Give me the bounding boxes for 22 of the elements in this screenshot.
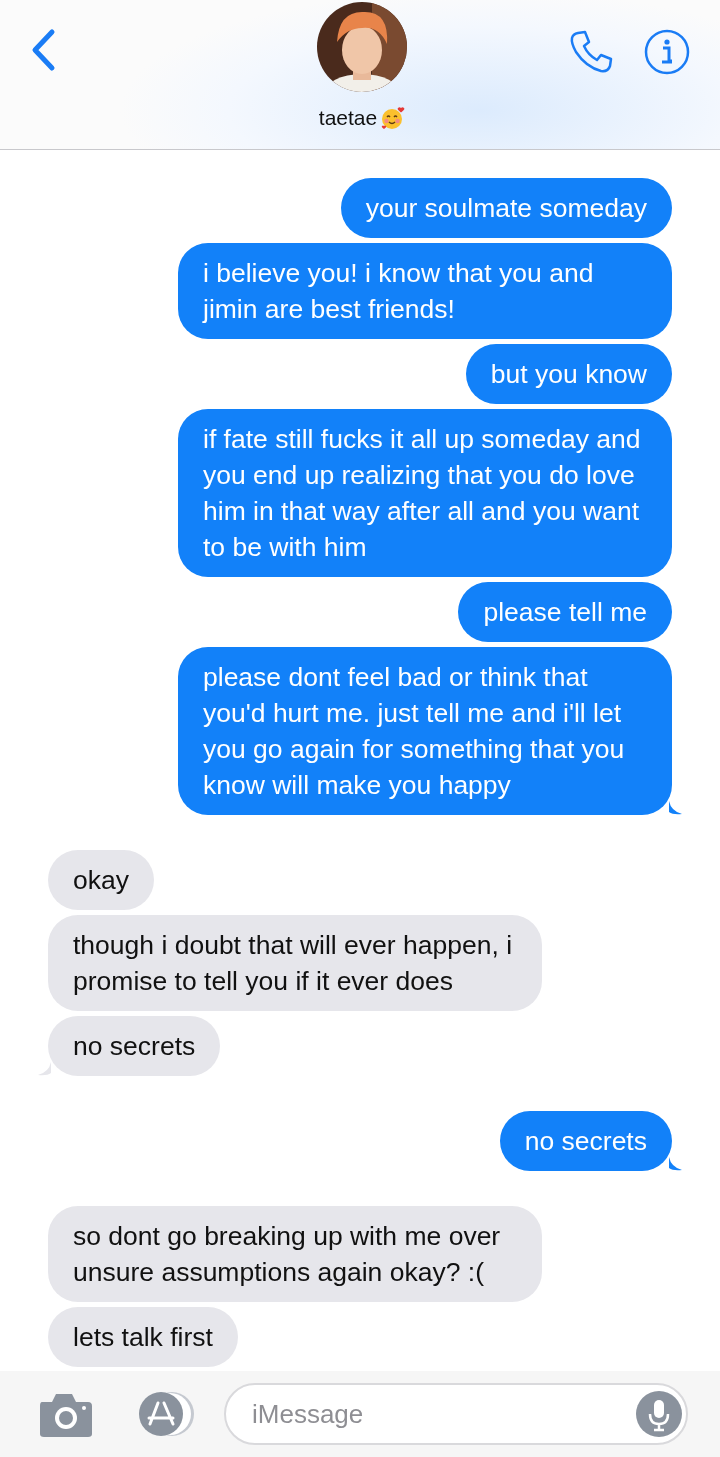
message-text: though i doubt that will ever happen, i promise to tell you if it ever does xyxy=(73,930,513,996)
message-text: please dont feel bad or think that you'd hurt me. just tell me and i'll let you go again for something that you know will make you happy xyxy=(203,662,625,800)
message-text: but you know xyxy=(490,359,647,389)
message-input-field[interactable]: iMessage xyxy=(224,1383,688,1445)
bubble-tail xyxy=(38,1062,51,1076)
message-text: okay xyxy=(73,865,129,895)
message-text: i believe you! i know that you and jimin are best friends! xyxy=(203,258,594,324)
contact-name[interactable]: taetae xyxy=(318,106,378,130)
message-text: no secrets xyxy=(524,1126,647,1156)
smiling-face-icon xyxy=(381,106,406,130)
bubble-tail xyxy=(669,801,682,815)
microphone-icon[interactable] xyxy=(636,1391,682,1437)
message-text: please tell me xyxy=(483,597,647,627)
message-text: no secrets xyxy=(73,1031,196,1061)
message-text: so dont go breaking up with me over unsure assumptions again okay? :( xyxy=(73,1221,501,1287)
phone-icon[interactable] xyxy=(568,29,614,75)
message-text: your soulmate someday xyxy=(365,193,647,223)
message-text: lets talk first xyxy=(73,1322,213,1352)
info-icon[interactable] xyxy=(644,29,690,75)
back-button[interactable] xyxy=(30,28,56,72)
bubble-tail xyxy=(669,1157,682,1171)
message-text: if fate still fucks it all up someday and you end up realizing that you do love him in that way after all and you want to be with him xyxy=(203,424,641,562)
